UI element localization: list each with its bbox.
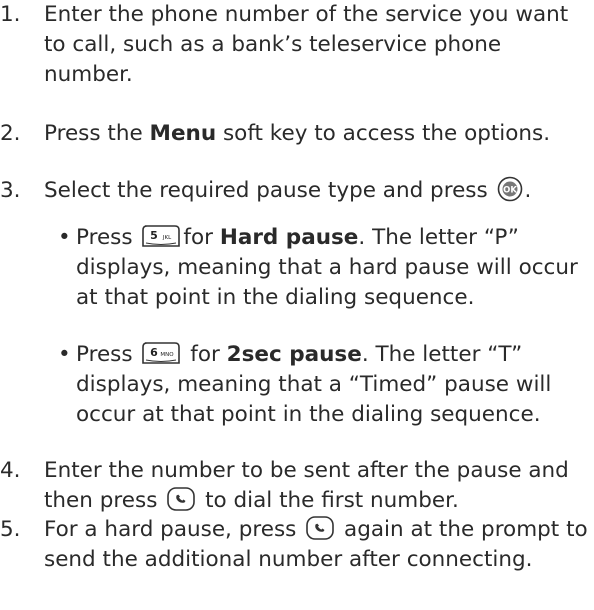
step-text: For a hard pause, press again at the pro… [44,515,592,575]
svg-text:5: 5 [151,229,159,242]
send-key-icon [166,486,196,512]
step-5: 5. For a hard pause, press again at the … [0,515,592,575]
step-text-pre: Press the [44,121,150,146]
step-number: 4. [0,458,21,483]
ok-key-icon: OK [497,176,523,202]
bullet-text-mid: for [183,342,227,367]
step-text: Enter the number to be sent after the pa… [44,456,592,516]
bullet-text: Press 5 JKL for Hard pause. The letter “… [76,223,592,313]
step-text-post: to dial the first number. [198,488,459,513]
step-text: Enter the phone number of the service yo… [44,2,569,87]
key-6-icon: 6 MNO [141,341,181,365]
key-5-icon: 5 JKL [141,224,181,248]
step-text-post: soft key to access the options. [216,121,551,146]
bullet-dot: • [58,225,71,250]
step-number: 1. [0,2,21,27]
step-number: 2. [0,121,21,146]
step-number: 3. [0,178,21,203]
bullet-text: Press 6 MNO for 2sec pause. The letter “… [76,340,592,430]
bullet-text-pre: Press [76,225,140,250]
bullet-2sec-pause: • Press 6 MNO for 2sec pause. The letter… [58,340,592,430]
bullet-dot: • [58,342,71,367]
bullet-text-mid: for [183,225,220,250]
bullet-hard-pause: • Press 5 JKL for Hard pause. The letter… [58,223,592,313]
step-text: Select the required pause type and press… [44,176,592,206]
step-number: 5. [0,517,21,542]
step-text-post: . [524,178,532,203]
step-text-pre: Select the required pause type and press [44,178,495,203]
step-text: Press the Menu soft key to access the op… [44,119,592,149]
svg-text:MNO: MNO [161,352,175,358]
svg-text:OK: OK [503,186,517,196]
step-4: 4. Enter the number to be sent after the… [0,456,592,516]
svg-text:6: 6 [151,346,159,359]
step-text-pre: For a hard pause, press [44,517,304,542]
svg-text:JKL: JKL [162,235,172,241]
step-1: 1. Enter the phone number of the service… [0,0,592,90]
send-key-icon [305,515,335,541]
menu-label: Menu [149,121,217,146]
hard-pause-label: Hard pause [219,225,359,250]
2sec-pause-label: 2sec pause [226,342,362,367]
step-2: 2. Press the Menu soft key to access the… [0,119,592,149]
step-3: 3. Select the required pause type and pr… [0,176,592,206]
bullet-text-pre: Press [76,342,140,367]
